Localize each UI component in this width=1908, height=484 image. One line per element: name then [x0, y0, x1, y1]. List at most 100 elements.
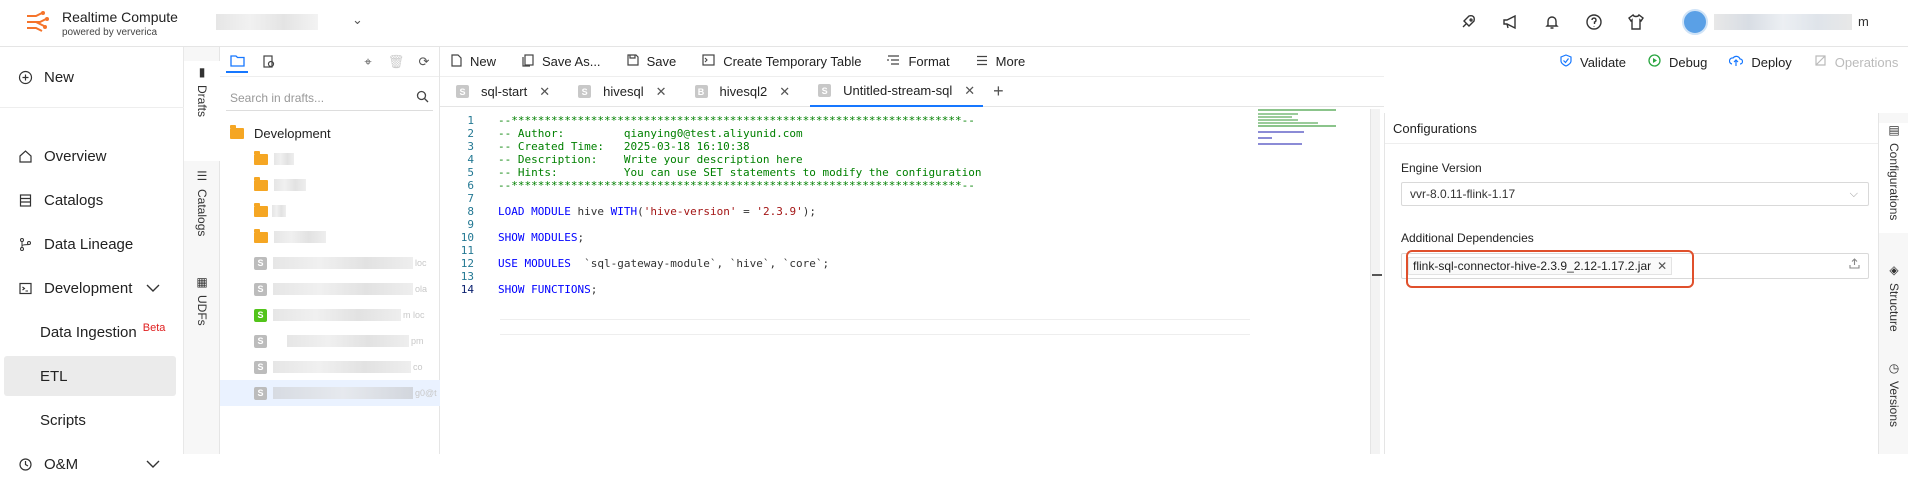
tab-drafts-label: Drafts	[195, 85, 209, 118]
sql-file-icon: S	[456, 85, 469, 98]
bell-icon[interactable]	[1540, 10, 1564, 34]
nav-item-scripts[interactable]: Scripts	[0, 400, 184, 440]
delete-icon[interactable]: 🗑	[385, 51, 407, 73]
avatar[interactable]	[1682, 9, 1708, 35]
draft-search-input[interactable]	[230, 90, 410, 105]
create-temporary-table-label: Create Temporary Table	[723, 54, 862, 69]
editor-tabs: S sql-start ✕ S hivesql ✕ B hivesql2 ✕ S…	[440, 77, 1384, 107]
blurred-name	[273, 361, 411, 373]
nav-item-etl[interactable]: ETL	[4, 356, 176, 396]
tree-folder-label: Development	[254, 125, 331, 141]
engine-version-value: vvr-8.0.11-flink-1.17	[1410, 187, 1516, 201]
tab-configurations-label: Configurations	[1887, 143, 1901, 221]
tab-hivesql[interactable]: S hivesql ✕	[570, 77, 674, 107]
tree-file[interactable]: Sm loc	[220, 302, 440, 328]
help-icon[interactable]	[1582, 10, 1606, 34]
more-button[interactable]: More	[976, 54, 1025, 69]
explorer-vertical-tabs: ▮ Drafts ☰ Catalogs ▦ UDFs	[184, 47, 220, 454]
nav-new-label: New	[44, 68, 75, 86]
close-icon[interactable]: ✕	[964, 83, 975, 99]
file-name-fragment: pm	[411, 336, 424, 346]
tab-structure[interactable]: ◈ Structure	[1879, 263, 1908, 363]
tab-udfs[interactable]: ▦ UDFs	[184, 271, 220, 371]
tree-file[interactable]: Sloc	[220, 250, 440, 276]
tree-file-selected[interactable]: Sg0@t	[220, 380, 440, 406]
debug-button[interactable]: Debug	[1648, 54, 1707, 70]
doc-search-icon[interactable]	[258, 51, 280, 73]
megaphone-icon[interactable]	[1498, 10, 1522, 34]
tree-file[interactable]: Sola	[220, 276, 440, 302]
new-file-icon	[450, 53, 462, 70]
locate-icon[interactable]: ⌖	[357, 51, 379, 73]
nav-item-data-ingestion[interactable]: Data Ingestion Beta	[0, 312, 184, 352]
close-icon[interactable]: ✕	[656, 84, 667, 100]
blurred-name	[272, 205, 286, 217]
upload-icon[interactable]	[1849, 258, 1860, 272]
tree-file[interactable]: Sco	[220, 354, 440, 380]
refresh-icon[interactable]: ⟳	[413, 51, 435, 73]
deploy-button[interactable]: Deploy	[1729, 54, 1792, 70]
tab-sql-start[interactable]: S sql-start ✕	[448, 77, 558, 107]
save-as-button[interactable]: Save As...	[522, 53, 601, 70]
tree-folder[interactable]	[220, 146, 440, 172]
catalog-icon	[18, 193, 36, 208]
chevron-down-icon[interactable]: ⌄	[352, 12, 363, 28]
menu-icon	[976, 55, 988, 69]
tree-folder-development[interactable]: Development	[220, 120, 440, 146]
nav-item-overview[interactable]: Overview	[0, 136, 184, 176]
close-icon[interactable]: ✕	[779, 84, 790, 100]
tree-folder[interactable]	[220, 172, 440, 198]
nav-item-om[interactable]: O&M	[0, 444, 184, 484]
nav-item-label: Overview	[44, 147, 107, 165]
nav-item-catalogs[interactable]: Catalogs	[0, 180, 184, 220]
tree-folder[interactable]	[220, 224, 440, 250]
save-icon	[626, 54, 639, 69]
nav-new-button[interactable]: New	[0, 57, 184, 97]
tab-hivesql2[interactable]: B hivesql2 ✕	[687, 77, 799, 107]
terminal-icon	[702, 54, 715, 69]
om-icon	[18, 457, 36, 472]
chevron-down-icon[interactable]: ⌵	[1850, 188, 1858, 201]
tab-configurations[interactable]: ▤ Configurations	[1879, 123, 1908, 233]
format-button[interactable]: Format	[887, 54, 950, 69]
new-button[interactable]: New	[450, 53, 496, 70]
operations-label: Operations	[1834, 54, 1899, 70]
close-icon[interactable]: ✕	[539, 84, 550, 100]
workspace-selector[interactable]	[216, 14, 318, 30]
search-icon[interactable]	[416, 90, 429, 106]
nav-item-data-lineage[interactable]: Data Lineage	[0, 224, 184, 264]
editor-toolbar: New Save As... Save Create Temporary Tab…	[440, 47, 1384, 77]
file-name-fragment: loc	[415, 258, 427, 268]
user-name-suffix: m	[1858, 14, 1869, 29]
blurred-name	[273, 387, 413, 399]
operations-button[interactable]: Operations	[1814, 54, 1899, 70]
nav-divider	[0, 107, 184, 108]
code-line: 14 SHOW FUNCTIONS;	[440, 281, 1240, 297]
file-name-fragment: co	[413, 362, 423, 372]
user-name[interactable]	[1714, 14, 1852, 30]
chevron-down-icon[interactable]	[146, 280, 160, 297]
tab-catalogs[interactable]: ☰ Catalogs	[184, 165, 220, 285]
tree-file[interactable]: Spm	[220, 328, 440, 354]
code-minimap[interactable]	[1258, 109, 1338, 149]
code-editor[interactable]: 1 --*************************************…	[440, 112, 1384, 454]
layers-icon: ◈	[1889, 263, 1899, 277]
tab-versions[interactable]: ◷ Versions	[1879, 361, 1908, 454]
rocket-icon[interactable]	[1456, 10, 1480, 34]
chevron-down-icon[interactable]	[146, 456, 160, 473]
tree-folder[interactable]	[220, 198, 440, 224]
shirt-icon[interactable]	[1624, 10, 1648, 34]
nav-item-label: Catalogs	[44, 191, 104, 209]
validate-button[interactable]: Validate	[1560, 54, 1626, 70]
engine-version-select[interactable]: vvr-8.0.11-flink-1.17 ⌵	[1401, 182, 1869, 206]
tab-drafts[interactable]: ▮ Drafts	[184, 61, 220, 161]
code-text: SHOW FUNCTIONS;	[498, 282, 598, 296]
divider	[1385, 143, 1879, 144]
nav-item-development[interactable]: Development	[0, 268, 184, 308]
tab-untitled-stream-sql[interactable]: S Untitled-stream-sql ✕	[810, 77, 984, 107]
save-button[interactable]: Save	[626, 54, 676, 69]
folder-icon[interactable]	[226, 51, 248, 73]
create-temporary-table-button[interactable]: Create Temporary Table	[702, 54, 861, 69]
add-tab-icon[interactable]: +	[993, 81, 1004, 102]
editor-scrollbar[interactable]	[1370, 109, 1380, 454]
